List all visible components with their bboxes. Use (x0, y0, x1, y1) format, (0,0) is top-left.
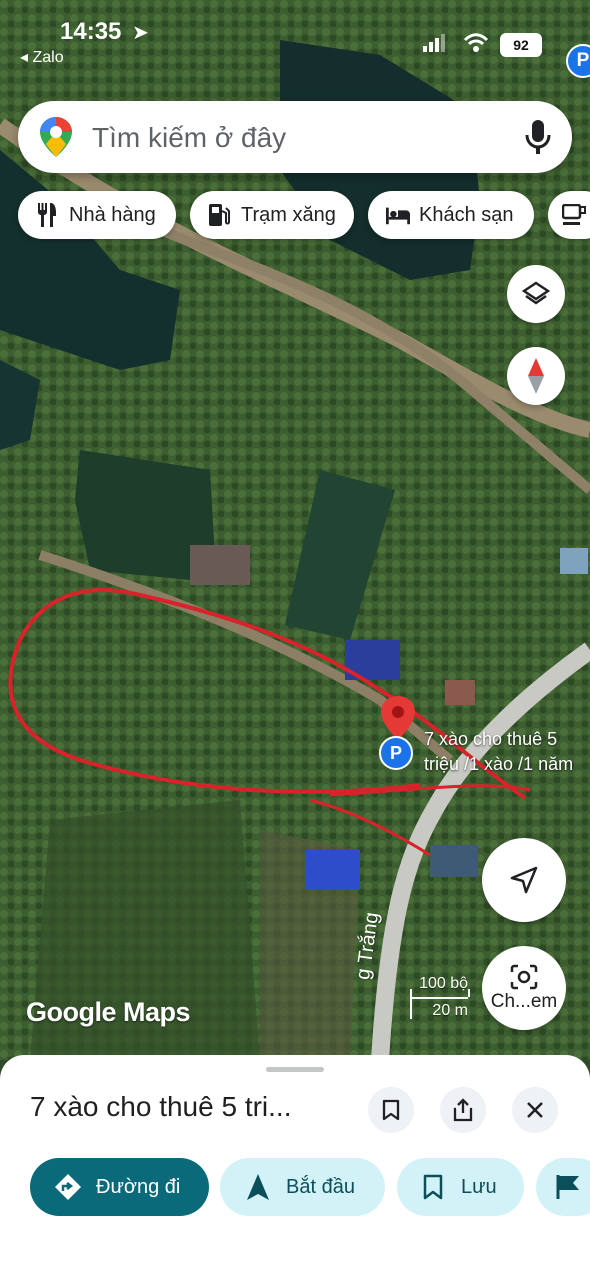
wifi-icon (463, 33, 489, 52)
location-pin-icon[interactable] (381, 696, 415, 740)
status-bar: 14:35 ➤ ◂ Zalo 92 P (0, 0, 590, 80)
microphone-icon[interactable] (524, 118, 552, 156)
lens-label: Ch...em (490, 990, 558, 1012)
clock: 14:35 (60, 18, 122, 45)
layers-icon (522, 281, 550, 305)
navigation-arrow-icon (244, 1173, 272, 1201)
directions-icon (54, 1173, 82, 1201)
action-buttons: Đường đi Bắt đầu Lưu (30, 1158, 590, 1216)
share-icon (453, 1098, 473, 1122)
parking-marker-icon[interactable]: P (566, 44, 590, 78)
search-bar[interactable] (18, 101, 572, 173)
chip-gas-stations[interactable]: Trạm xăng (190, 191, 354, 239)
camera-lens-icon (510, 964, 538, 989)
save-place-button[interactable] (368, 1087, 414, 1133)
chip-label: Khách sạn (419, 203, 514, 226)
close-button[interactable] (512, 1087, 558, 1133)
my-location-button[interactable] (482, 838, 566, 922)
place-label-line2: triệu /1 xào /1 năm (424, 754, 574, 774)
label-button[interactable] (536, 1158, 590, 1216)
google-maps-pin-icon (40, 117, 72, 157)
google-lens-button[interactable]: Ch...em (482, 946, 566, 1030)
directions-button[interactable]: Đường đi (30, 1158, 209, 1216)
share-button[interactable] (440, 1087, 486, 1133)
drag-handle[interactable] (266, 1067, 324, 1072)
bookmark-icon (382, 1099, 400, 1121)
category-chips: Nhà hàng Trạm xăng Khách sạn (18, 191, 590, 239)
location-arrow-icon: ➤ (132, 22, 149, 44)
directions-label: Đường đi (96, 1175, 181, 1198)
save-label: Lưu (461, 1175, 497, 1198)
battery-indicator: 92 (500, 33, 542, 57)
place-label[interactable]: 7 xào cho thuê 5 triệu /1 xào /1 năm (424, 727, 590, 777)
back-to-app-link[interactable]: ◂ Zalo (20, 47, 64, 67)
flag-icon (554, 1173, 582, 1201)
place-label-line1: 7 xào cho thuê 5 (424, 729, 558, 749)
bookmark-icon (419, 1173, 447, 1201)
chip-restaurants[interactable]: Nhà hàng (18, 191, 176, 239)
gas-station-icon (208, 203, 232, 227)
start-button[interactable]: Bắt đầu (220, 1158, 385, 1216)
place-title: 7 xào cho thuê 5 tri... (30, 1091, 292, 1122)
chip-label: Trạm xăng (241, 203, 336, 226)
scale-imperial: 100 bộ (419, 975, 468, 992)
start-label: Bắt đầu (286, 1175, 355, 1198)
google-maps-attribution: Google Maps (26, 997, 191, 1027)
scale-bar: 100 bộ 20 m (410, 975, 478, 1025)
chip-label: Nhà hàng (69, 203, 156, 226)
close-icon (527, 1102, 543, 1118)
fork-knife-icon (36, 203, 60, 227)
bed-icon (386, 203, 410, 227)
navigation-arrow-icon (510, 866, 538, 894)
scale-metric: 20 m (432, 1002, 468, 1019)
cellular-signal-icon (423, 34, 445, 52)
compass-button[interactable] (507, 347, 565, 405)
chip-coffee[interactable] (548, 191, 590, 239)
layers-button[interactable] (507, 265, 565, 323)
compass-icon (528, 358, 544, 394)
search-input[interactable] (90, 119, 494, 157)
place-bottom-sheet[interactable]: 7 xào cho thuê 5 tri... Đường đi Bắt đầu… (0, 1055, 590, 1280)
chip-hotels[interactable]: Khách sạn (368, 191, 534, 239)
save-button[interactable]: Lưu (397, 1158, 524, 1216)
parking-marker-icon[interactable]: P (379, 736, 413, 770)
coffee-icon (562, 203, 586, 227)
